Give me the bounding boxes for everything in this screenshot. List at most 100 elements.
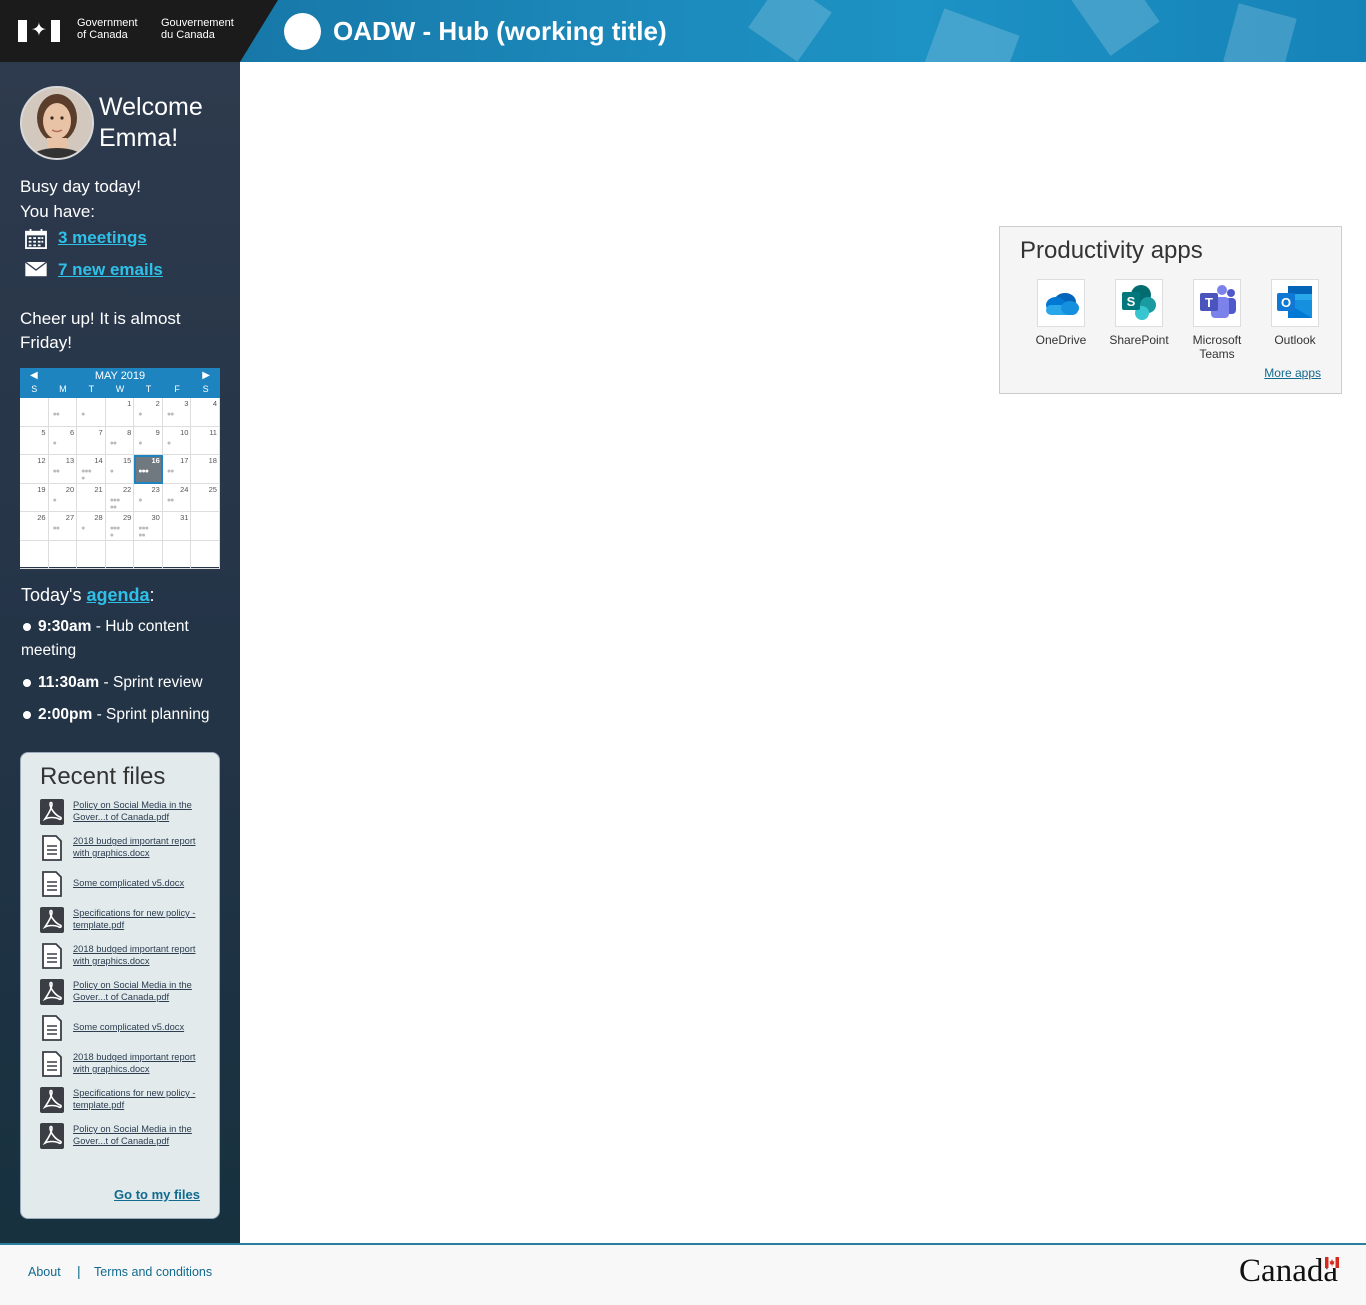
calendar-day[interactable]: 16 ●●● (134, 455, 163, 484)
agenda-link[interactable]: agenda (86, 585, 149, 605)
calendar-day[interactable]: 8 ●● (105, 426, 135, 455)
calendar-day[interactable]: 18 (191, 455, 220, 484)
calendar-day[interactable] (191, 540, 220, 569)
file-item[interactable]: 2018 budged important report with graphi… (40, 941, 215, 977)
calendar-day[interactable]: 19 (20, 483, 49, 512)
calendar-day[interactable] (48, 540, 78, 569)
pdf-file-icon (40, 1087, 64, 1113)
event-dots: ● (109, 468, 114, 475)
agenda-item[interactable]: 11:30am - Sprint review (21, 671, 233, 695)
calendar-day[interactable]: 25 (191, 483, 220, 512)
calendar-day-number: 25 (208, 484, 217, 494)
file-link[interactable]: 2018 budged important report with graphi… (73, 835, 213, 859)
calendar-day[interactable] (134, 540, 163, 569)
calendar-day[interactable]: 12 (20, 455, 49, 484)
file-item[interactable]: Some complicated v5.docx (40, 869, 215, 905)
calendar-day[interactable]: 28 ● (77, 512, 106, 541)
calendar-day[interactable]: 29 ●●● ● (105, 512, 135, 541)
calendar-day[interactable]: 7 (77, 426, 106, 455)
file-link[interactable]: Some complicated v5.docx (73, 1021, 213, 1033)
calendar-day[interactable]: 27 ●● (48, 512, 78, 541)
about-link[interactable]: About (28, 1265, 61, 1279)
calendar-day-number: 16 (151, 456, 160, 465)
calendar-day-number: 29 (122, 513, 132, 522)
file-link[interactable]: 2018 budged important report with graphi… (73, 1051, 213, 1075)
productivity-apps-panel: Productivity apps OneDrive S SharePoint … (999, 226, 1342, 394)
calendar-day[interactable]: 13 ●● (48, 455, 78, 484)
agenda-item[interactable]: 9:30am - Hub content meeting (21, 615, 233, 663)
calendar-day-number: 6 (69, 427, 75, 437)
terms-link[interactable]: Terms and conditions (94, 1265, 212, 1279)
gov-name-fr-1: Gouvernement (161, 17, 234, 29)
calendar-day[interactable]: 14 ●●● ● (77, 455, 106, 484)
calendar-month: MAY 2019 (94, 370, 146, 382)
calendar-day-number: 19 (37, 484, 46, 494)
file-link[interactable]: Some complicated v5.docx (73, 877, 213, 889)
calendar-day-number: 24 (180, 484, 189, 494)
file-item[interactable]: Specifications for new policy - template… (40, 905, 215, 941)
calendar-day[interactable]: 4 (191, 398, 220, 427)
calendar-day[interactable]: 11 (191, 426, 220, 455)
go-to-files-link[interactable]: Go to my files (114, 1187, 200, 1202)
emails-link[interactable]: 7 new emails (58, 260, 163, 280)
file-item[interactable]: Policy on Social Media in the Gover...t … (40, 977, 215, 1013)
calendar-day[interactable]: 1 (105, 398, 135, 427)
calendar-day[interactable]: 30 ●●● ●● (134, 512, 163, 541)
file-item[interactable]: 2018 budged important report with graphi… (40, 1049, 215, 1085)
calendar-day[interactable]: 21 (77, 483, 106, 512)
calendar-day[interactable]: 20 ● (48, 483, 78, 512)
calendar-day[interactable]: 23 ● (134, 483, 163, 512)
calendar-day[interactable]: ● (77, 398, 106, 427)
calendar-day[interactable]: 17 ●● (162, 455, 192, 484)
calendar-day[interactable]: 31 (162, 512, 192, 541)
file-link[interactable]: Policy on Social Media in the Gover...t … (73, 979, 213, 1003)
file-item[interactable]: Policy on Social Media in the Gover...t … (40, 1121, 215, 1157)
calendar-day[interactable]: 22 ●●● ●● (105, 483, 135, 512)
file-link[interactable]: Specifications for new policy - template… (73, 1087, 213, 1111)
recent-files-panel: Recent files Policy on Social Media in t… (20, 752, 220, 1219)
app-sharepoint[interactable]: S SharePoint (1100, 279, 1178, 361)
agenda-item[interactable]: 2:00pm - Sprint planning (21, 703, 233, 727)
more-apps-link[interactable]: More apps (1264, 366, 1321, 380)
gov-signature[interactable]: ✦ Government of Canada Gouvernement du C… (0, 0, 240, 62)
file-link[interactable]: Policy on Social Media in the Gover...t … (73, 1123, 213, 1147)
file-link[interactable]: 2018 budged important report with graphi… (73, 943, 213, 967)
file-item[interactable]: Policy on Social Media in the Gover...t … (40, 797, 215, 833)
calendar-day[interactable]: 6 ● (48, 426, 78, 455)
calendar-day[interactable]: 3 ●● (162, 398, 192, 427)
calendar-day[interactable]: 9 ● (134, 426, 163, 455)
calendar-day[interactable] (105, 540, 135, 569)
event-dots: ● (52, 496, 57, 504)
calendar-day[interactable]: 10 ● (162, 426, 192, 455)
file-link[interactable]: Specifications for new policy - template… (73, 907, 213, 931)
calendar-day-number: 3 (184, 399, 189, 408)
file-item[interactable]: 2018 budged important report with graphi… (40, 833, 215, 869)
calendar-dow: F (174, 384, 180, 394)
event-dots: ●● (52, 525, 60, 532)
calendar-day[interactable]: 2 ● (134, 398, 163, 427)
app-outlook[interactable]: O Outlook (1256, 279, 1334, 361)
app-teams[interactable]: T Microsoft Teams (1178, 279, 1256, 361)
calendar-day[interactable] (20, 398, 49, 427)
document-file-icon (40, 871, 64, 897)
app-logo[interactable] (284, 13, 321, 50)
avatar[interactable] (20, 86, 94, 160)
calendar-day[interactable]: 26 (20, 512, 49, 541)
calendar-day[interactable] (20, 540, 49, 569)
calendar-day[interactable]: 24 ●● (162, 483, 192, 512)
app-onedrive[interactable]: OneDrive (1022, 279, 1100, 361)
calendar-day[interactable]: 5 (20, 426, 49, 455)
calendar-day[interactable]: 15 ● (105, 455, 135, 484)
calendar-day[interactable]: ●● (48, 398, 78, 427)
svg-text:T: T (1205, 295, 1213, 310)
file-item[interactable]: Specifications for new policy - template… (40, 1085, 215, 1121)
meetings-link[interactable]: 3 meetings (58, 228, 147, 248)
triangle-right-icon[interactable]: ▶ (202, 370, 210, 381)
calendar-day[interactable] (162, 540, 192, 569)
calendar-day[interactable] (77, 540, 106, 569)
file-link[interactable]: Policy on Social Media in the Gover...t … (73, 799, 213, 823)
agenda-time: 2:00pm (38, 706, 93, 723)
file-item[interactable]: Some complicated v5.docx (40, 1013, 215, 1049)
calendar-day[interactable] (191, 512, 220, 541)
calendar-day-number: 1 (127, 399, 132, 408)
